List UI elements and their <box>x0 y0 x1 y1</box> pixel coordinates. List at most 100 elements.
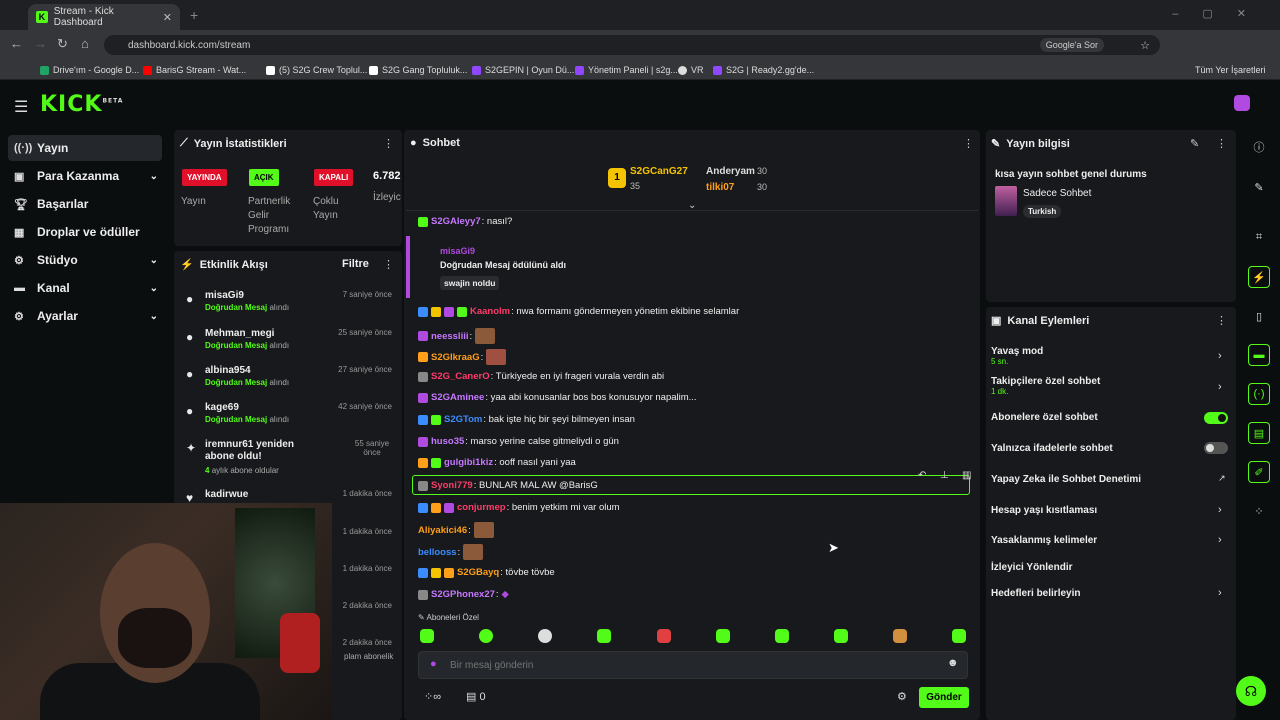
wrench-icon[interactable]: ✐ <box>1248 461 1270 483</box>
emote-picker-item[interactable] <box>657 629 671 643</box>
action-account-age[interactable]: Hesap yaşı kısıtlaması <box>991 505 1097 516</box>
new-tab-icon[interactable]: + <box>190 7 198 23</box>
external-link-icon[interactable]: ↗ <box>1218 473 1226 484</box>
category-thumbnail <box>995 186 1017 216</box>
info-icon[interactable]: ⓘ <box>1248 136 1270 158</box>
chat-message: S2G_CanerO: Türkiyede en iyi frageri vur… <box>418 371 664 382</box>
sidebar-item-studyo[interactable]: ⚙ Stüdyo ⌄ <box>8 247 162 273</box>
action-host[interactable]: İzleyici Yönlendir <box>991 562 1073 573</box>
all-bookmarks[interactable]: Tüm Yer İşaretleri <box>1195 65 1266 75</box>
emote-picker-item[interactable] <box>716 629 730 643</box>
bookmark-item[interactable]: S2G Gang Topluluk... <box>369 65 467 75</box>
action-goals[interactable]: Hedefleri belirleyin <box>991 588 1080 599</box>
bookmark-item[interactable]: VR <box>678 65 704 75</box>
emote-picker-item[interactable] <box>775 629 789 643</box>
support-headset-icon[interactable]: ☊ <box>1236 676 1266 706</box>
menu-icon[interactable]: ☰ <box>14 97 28 117</box>
sidebar-item-basarilar[interactable]: 🏆︎ Başarılar <box>8 191 162 217</box>
sidebar-item-yayin[interactable]: ((·)) Yayın <box>8 135 162 161</box>
action-sub-only: Abonelere özel sohbet <box>991 412 1098 423</box>
chevron-right-icon[interactable]: › <box>1218 350 1222 362</box>
actions-menu-icon[interactable]: ⋮ <box>1216 314 1227 327</box>
clipboard-icon[interactable]: ▤ <box>1248 422 1270 444</box>
close-tab-icon[interactable]: ✕ <box>163 11 172 24</box>
undo-icon[interactable]: ↶ <box>918 470 926 481</box>
document-icon[interactable]: ▯ <box>1248 305 1270 327</box>
emote-picker-item[interactable] <box>538 629 552 643</box>
action-emote-only: Yalnızca ifadelerle sohbet <box>991 443 1113 454</box>
kick-topnav <box>0 84 1280 128</box>
user-avatar[interactable] <box>1234 95 1250 111</box>
info-menu-icon[interactable]: ⋮ <box>1216 137 1227 150</box>
chat-menu-icon[interactable]: ⋮ <box>963 137 974 150</box>
bookmark-item[interactable]: Drive'ım - Google D... <box>40 65 139 75</box>
reload-icon[interactable]: ↻ <box>57 36 68 52</box>
emote-picker-item[interactable] <box>479 629 493 643</box>
infinity-icon[interactable]: ⁘∞ <box>424 690 441 703</box>
edit-icon[interactable]: ✎ <box>1248 176 1270 198</box>
chart-icon: ⟋ <box>180 137 188 149</box>
chevron-right-icon[interactable]: › <box>1218 381 1222 393</box>
bookmark-star-icon[interactable]: ☆ <box>1140 39 1150 52</box>
star-icon: ✦ <box>186 441 197 455</box>
forward-icon[interactable]: → <box>34 36 47 51</box>
focus-icon[interactable]: ⌗ <box>1248 226 1270 248</box>
kick-logo[interactable]: KICKBETA <box>40 92 123 117</box>
chevron-right-icon[interactable]: › <box>1218 534 1222 546</box>
action-ai-moderation[interactable]: Yapay Zeka ile Sohbet Denetimi <box>991 474 1141 485</box>
mic-icon[interactable]: ● <box>430 658 437 670</box>
stream-info-panel <box>986 130 1236 302</box>
send-button[interactable]: Gönder <box>919 687 969 708</box>
emote-only-toggle[interactable] <box>1204 442 1228 454</box>
emote-picker-item[interactable] <box>597 629 611 643</box>
home-icon[interactable]: ⌂ <box>81 36 89 51</box>
chevron-right-icon[interactable]: › <box>1218 504 1222 516</box>
delete-icon[interactable]: ▥ <box>962 470 971 481</box>
emote-picker-item[interactable] <box>834 629 848 643</box>
chat-message-selected[interactable]: Syoni779: BUNLAR MAL AW @BarisG <box>418 480 598 491</box>
bookmark-item[interactable]: S2GEPIN | Oyun Dü... <box>472 65 574 75</box>
emoji-icon[interactable]: ☻ <box>947 657 959 669</box>
bookmark-item[interactable]: S2G | Ready2.gg'de... <box>713 65 814 75</box>
sidebar-item-droplar[interactable]: ▦ Droplar ve ödüller <box>8 219 162 245</box>
bookmark-item[interactable]: BarisG Stream - Wat... <box>143 65 246 75</box>
reward-text: Doğrudan Mesaj ödülünü aldı <box>440 260 566 270</box>
action-banned-words[interactable]: Yasaklanmış kelimeler <box>991 535 1097 546</box>
emote-picker-item[interactable] <box>420 629 434 643</box>
activity-menu-icon[interactable]: ⋮ <box>383 258 394 271</box>
address-bar[interactable]: dashboard.kick.com/stream Google'a Sor ☆ <box>104 35 1160 55</box>
chevron-right-icon[interactable]: › <box>1218 587 1222 599</box>
reward-highlight-bar <box>406 236 410 298</box>
bookmark-item[interactable]: (5) S2G Crew Toplul... <box>266 65 367 75</box>
chat-bubble-icon[interactable]: ▬ <box>1248 344 1270 366</box>
sub-only-toggle[interactable] <box>1204 412 1228 424</box>
chat-message: S2GPhonex27: ◆ <box>418 589 509 600</box>
broadcast-icon[interactable]: (·) <box>1248 383 1270 405</box>
sidebar-item-para-kazanma[interactable]: ▣ Para Kazanma ⌄ <box>8 163 162 189</box>
chat-settings-icon[interactable]: ⚙ <box>897 690 907 703</box>
chat-message: S2GTom: bak işte hiç bir şeyi bilmeyen i… <box>418 414 635 425</box>
edit-info-icon[interactable]: ✎ <box>1190 137 1199 150</box>
chat-message: S2GAleyy7: nasıl? <box>418 216 512 227</box>
apps-icon[interactable]: ⁘ <box>1248 500 1270 522</box>
bolt-icon[interactable]: ⚡ <box>1248 266 1270 288</box>
emote-picker-item[interactable] <box>893 629 907 643</box>
google-ask-button[interactable]: Google'a Sor <box>1039 38 1104 52</box>
chat-input[interactable] <box>450 656 930 674</box>
viewer-count: 6.782 <box>373 170 401 182</box>
pin-icon[interactable]: ⊥ <box>940 470 949 481</box>
emote-picker-item[interactable] <box>952 629 966 643</box>
santa-figure <box>280 613 320 673</box>
back-icon[interactable]: ← <box>10 36 23 51</box>
grid-icon: ▦ <box>14 226 25 239</box>
action-slow-mode[interactable]: Yavaş mod 5 sn. <box>991 346 1043 366</box>
leader-3-name: tilki07 <box>706 182 735 193</box>
window-controls[interactable]: –▢✕ <box>1172 7 1270 20</box>
bookmark-item[interactable]: Yönetim Paneli | s2g... <box>575 65 678 75</box>
browser-tab[interactable]: K Stream - Kick Dashboard ✕ <box>28 4 180 30</box>
stats-menu-icon[interactable]: ⋮ <box>383 137 394 150</box>
sidebar-item-ayarlar[interactable]: ⚙ Ayarlar ⌄ <box>8 303 162 329</box>
filter-button[interactable]: Filtre <box>342 258 369 270</box>
sidebar-item-kanal[interactable]: ▬ Kanal ⌄ <box>8 275 162 301</box>
action-follower-only[interactable]: Takipçilere özel sohbet 1 dk. <box>991 376 1100 396</box>
